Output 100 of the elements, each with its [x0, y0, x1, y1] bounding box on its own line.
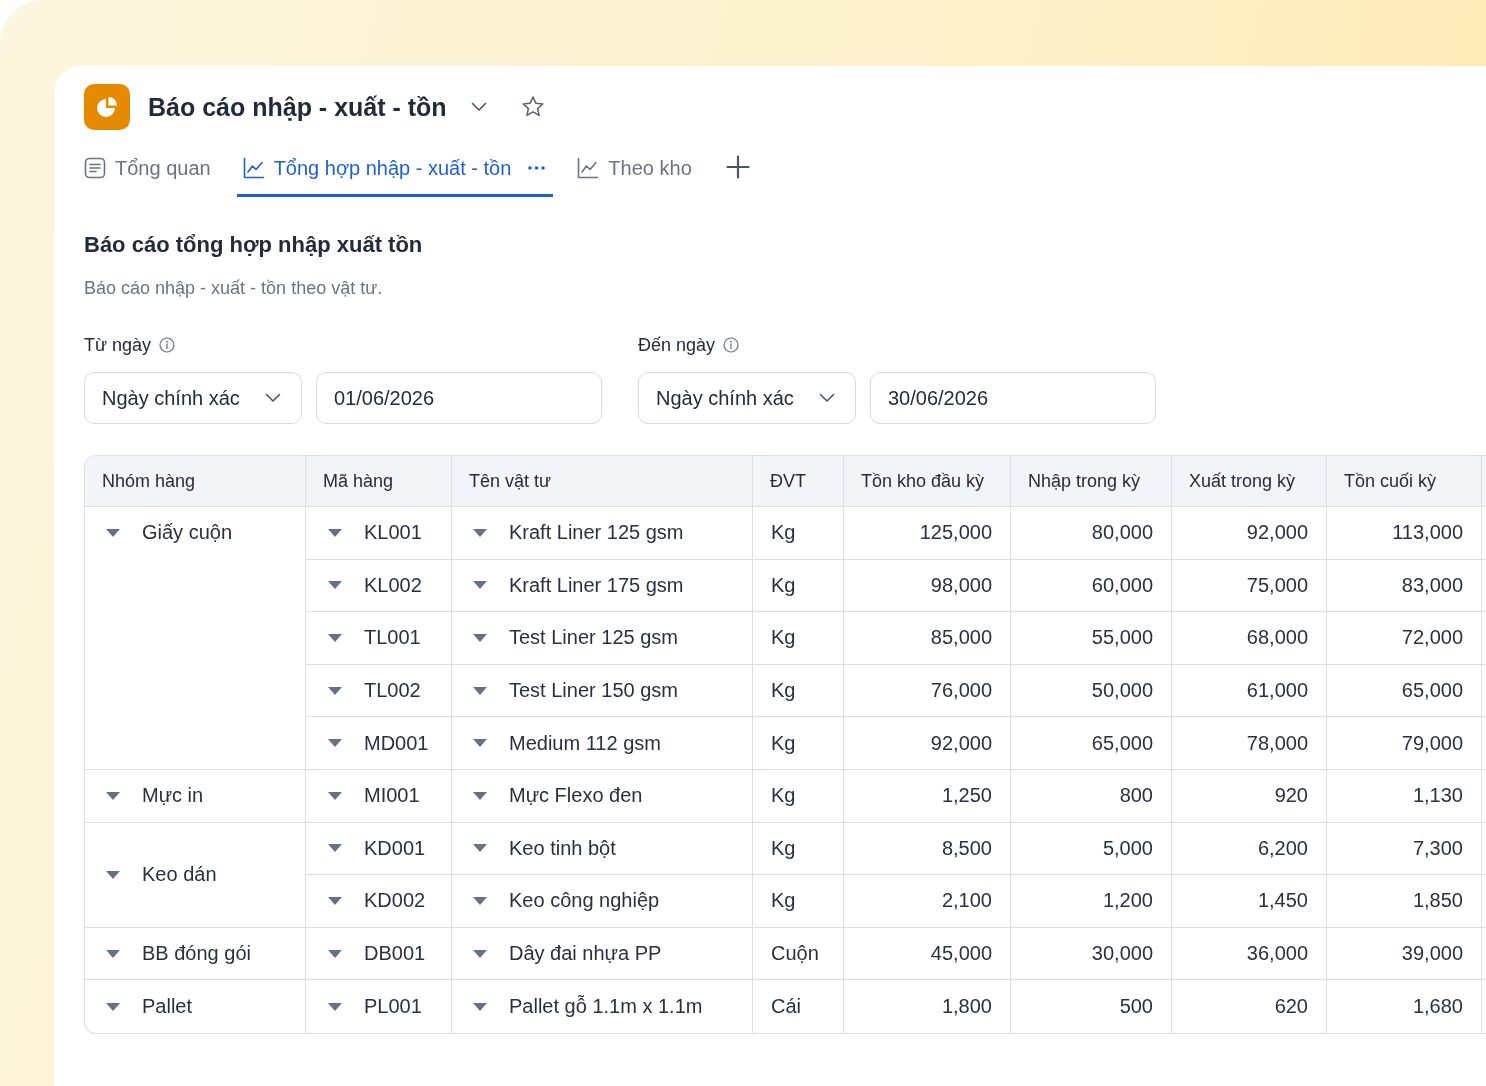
caret-icon[interactable]: [328, 844, 342, 853]
unit-text: Kg: [771, 784, 796, 807]
quantity-value: 1,850: [1412, 889, 1463, 912]
group-name: Keo dán: [142, 863, 217, 887]
item-name: Pallet gỗ 1.1m x 1.1m: [509, 995, 703, 1019]
quantity-value: 65,000: [1401, 679, 1463, 702]
caret-icon[interactable]: [473, 528, 487, 537]
caret-icon[interactable]: [106, 528, 120, 537]
column-header: Tồn kho đầu kỳ: [861, 470, 985, 491]
quantity-value: 45,000: [930, 942, 992, 965]
section-title: Báo cáo tổng hợp nhập xuất tồn: [84, 231, 423, 259]
caret-icon[interactable]: [106, 791, 120, 800]
quantity-value: 68,000: [1246, 626, 1308, 649]
caret-icon[interactable]: [106, 949, 120, 958]
quantity-value: 2,100: [941, 889, 992, 912]
quantity-value: 85,000: [930, 626, 992, 649]
info-icon[interactable]: [723, 337, 740, 353]
column-header: Tên vật tư: [469, 470, 552, 491]
quantity-value: 61,000: [1246, 679, 1308, 702]
document-icon: [84, 157, 106, 179]
chevron-down-icon: [265, 393, 281, 403]
quantity-value: 1,130: [1412, 784, 1463, 807]
quantity-value: 72,000: [1401, 626, 1463, 649]
caret-icon[interactable]: [473, 791, 487, 800]
chevron-down-icon[interactable]: [470, 102, 487, 112]
quantity-value: 1,450: [1257, 889, 1308, 912]
caret-icon[interactable]: [473, 844, 487, 853]
star-icon[interactable]: [520, 95, 545, 119]
item-name: Kraft Liner 125 gsm: [509, 521, 684, 545]
quantity-value: 60,000: [1091, 573, 1153, 596]
caret-icon[interactable]: [473, 581, 487, 590]
quantity-value: 500: [1119, 995, 1153, 1018]
item-name: Test Liner 150 gsm: [509, 679, 678, 703]
quantity-value: 79,000: [1401, 731, 1463, 754]
tab[interactable]: Tổng hợp nhập - xuất - tồn: [236, 146, 554, 197]
caret-icon[interactable]: [473, 1002, 487, 1011]
column-header: Tồn cuối kỳ: [1344, 470, 1437, 491]
caret-icon[interactable]: [473, 686, 487, 695]
unit-text: Kg: [771, 889, 796, 912]
group-name: Giấy cuộn: [142, 521, 233, 544]
chevron-down-icon: [819, 393, 835, 403]
plus-icon[interactable]: [725, 155, 750, 179]
quantity-value: 76,000: [930, 679, 992, 702]
caret-icon[interactable]: [473, 739, 487, 748]
caret-icon[interactable]: [328, 1002, 342, 1011]
column-header: Nhóm hàng: [102, 470, 196, 491]
caret-icon[interactable]: [473, 949, 487, 958]
quantity-value: 92,000: [930, 731, 992, 754]
info-icon[interactable]: [159, 337, 176, 353]
tab[interactable]: Theo kho: [571, 146, 700, 197]
quantity-value: 75,000: [1246, 573, 1308, 596]
quantity-value: 5,000: [1102, 836, 1153, 859]
line-chart-icon: [577, 157, 600, 179]
date-mode-select[interactable]: Ngày chính xác: [638, 372, 856, 424]
section-subtitle: Báo cáo nhập - xuất - tồn theo vật tư.: [84, 277, 383, 300]
quantity-value: 1,250: [941, 784, 992, 807]
quantity-value: 39,000: [1401, 942, 1463, 965]
unit-text: Kg: [771, 573, 796, 596]
caret-icon[interactable]: [328, 896, 342, 905]
item-code: MI001: [364, 784, 420, 808]
date-input[interactable]: 30/06/2026: [870, 372, 1156, 424]
quantity-value: 98,000: [930, 573, 992, 596]
quantity-value: 30,000: [1091, 942, 1153, 965]
caret-icon[interactable]: [328, 949, 342, 958]
quantity-value: 92,000: [1246, 521, 1308, 544]
date-mode-select[interactable]: Ngày chính xác: [84, 372, 302, 424]
tab[interactable]: Tổng quan: [78, 146, 219, 197]
unit-text: Kg: [771, 521, 796, 544]
column-header: Xuất trong kỳ: [1189, 470, 1296, 491]
caret-icon[interactable]: [328, 791, 342, 800]
column-header: Mã hàng: [323, 470, 394, 491]
caret-icon[interactable]: [473, 896, 487, 905]
quantity-value: 6,200: [1257, 836, 1308, 859]
more-icon[interactable]: [528, 166, 546, 170]
caret-icon[interactable]: [473, 634, 487, 642]
quantity-value: 1,680: [1412, 995, 1463, 1018]
item-code: KD001: [364, 836, 426, 860]
quantity-value: 7,300: [1412, 836, 1463, 859]
caret-icon[interactable]: [328, 528, 342, 537]
quantity-value: 113,000: [1392, 521, 1463, 544]
caret-icon[interactable]: [106, 870, 120, 879]
caret-icon[interactable]: [328, 581, 342, 590]
quantity-value: 1,800: [941, 995, 992, 1018]
quantity-value: 50,000: [1091, 679, 1153, 702]
unit-text: Kg: [771, 679, 796, 702]
item-code: KD002: [364, 889, 426, 913]
quantity-value: 920: [1274, 784, 1308, 807]
item-code: TL001: [364, 626, 421, 650]
item-name: Test Liner 125 gsm: [509, 626, 678, 650]
caret-icon[interactable]: [328, 739, 342, 748]
quantity-value: 78,000: [1246, 731, 1308, 754]
date-input[interactable]: 01/06/2026: [316, 372, 602, 424]
caret-icon[interactable]: [328, 686, 342, 695]
line-chart-icon: [242, 157, 265, 179]
quantity-value: 800: [1119, 784, 1153, 807]
item-code: MD001: [364, 731, 429, 755]
caret-icon[interactable]: [328, 634, 342, 642]
item-name: Keo tinh bột: [509, 836, 616, 860]
caret-icon[interactable]: [106, 1002, 120, 1011]
unit-text: Cuộn: [771, 942, 819, 965]
